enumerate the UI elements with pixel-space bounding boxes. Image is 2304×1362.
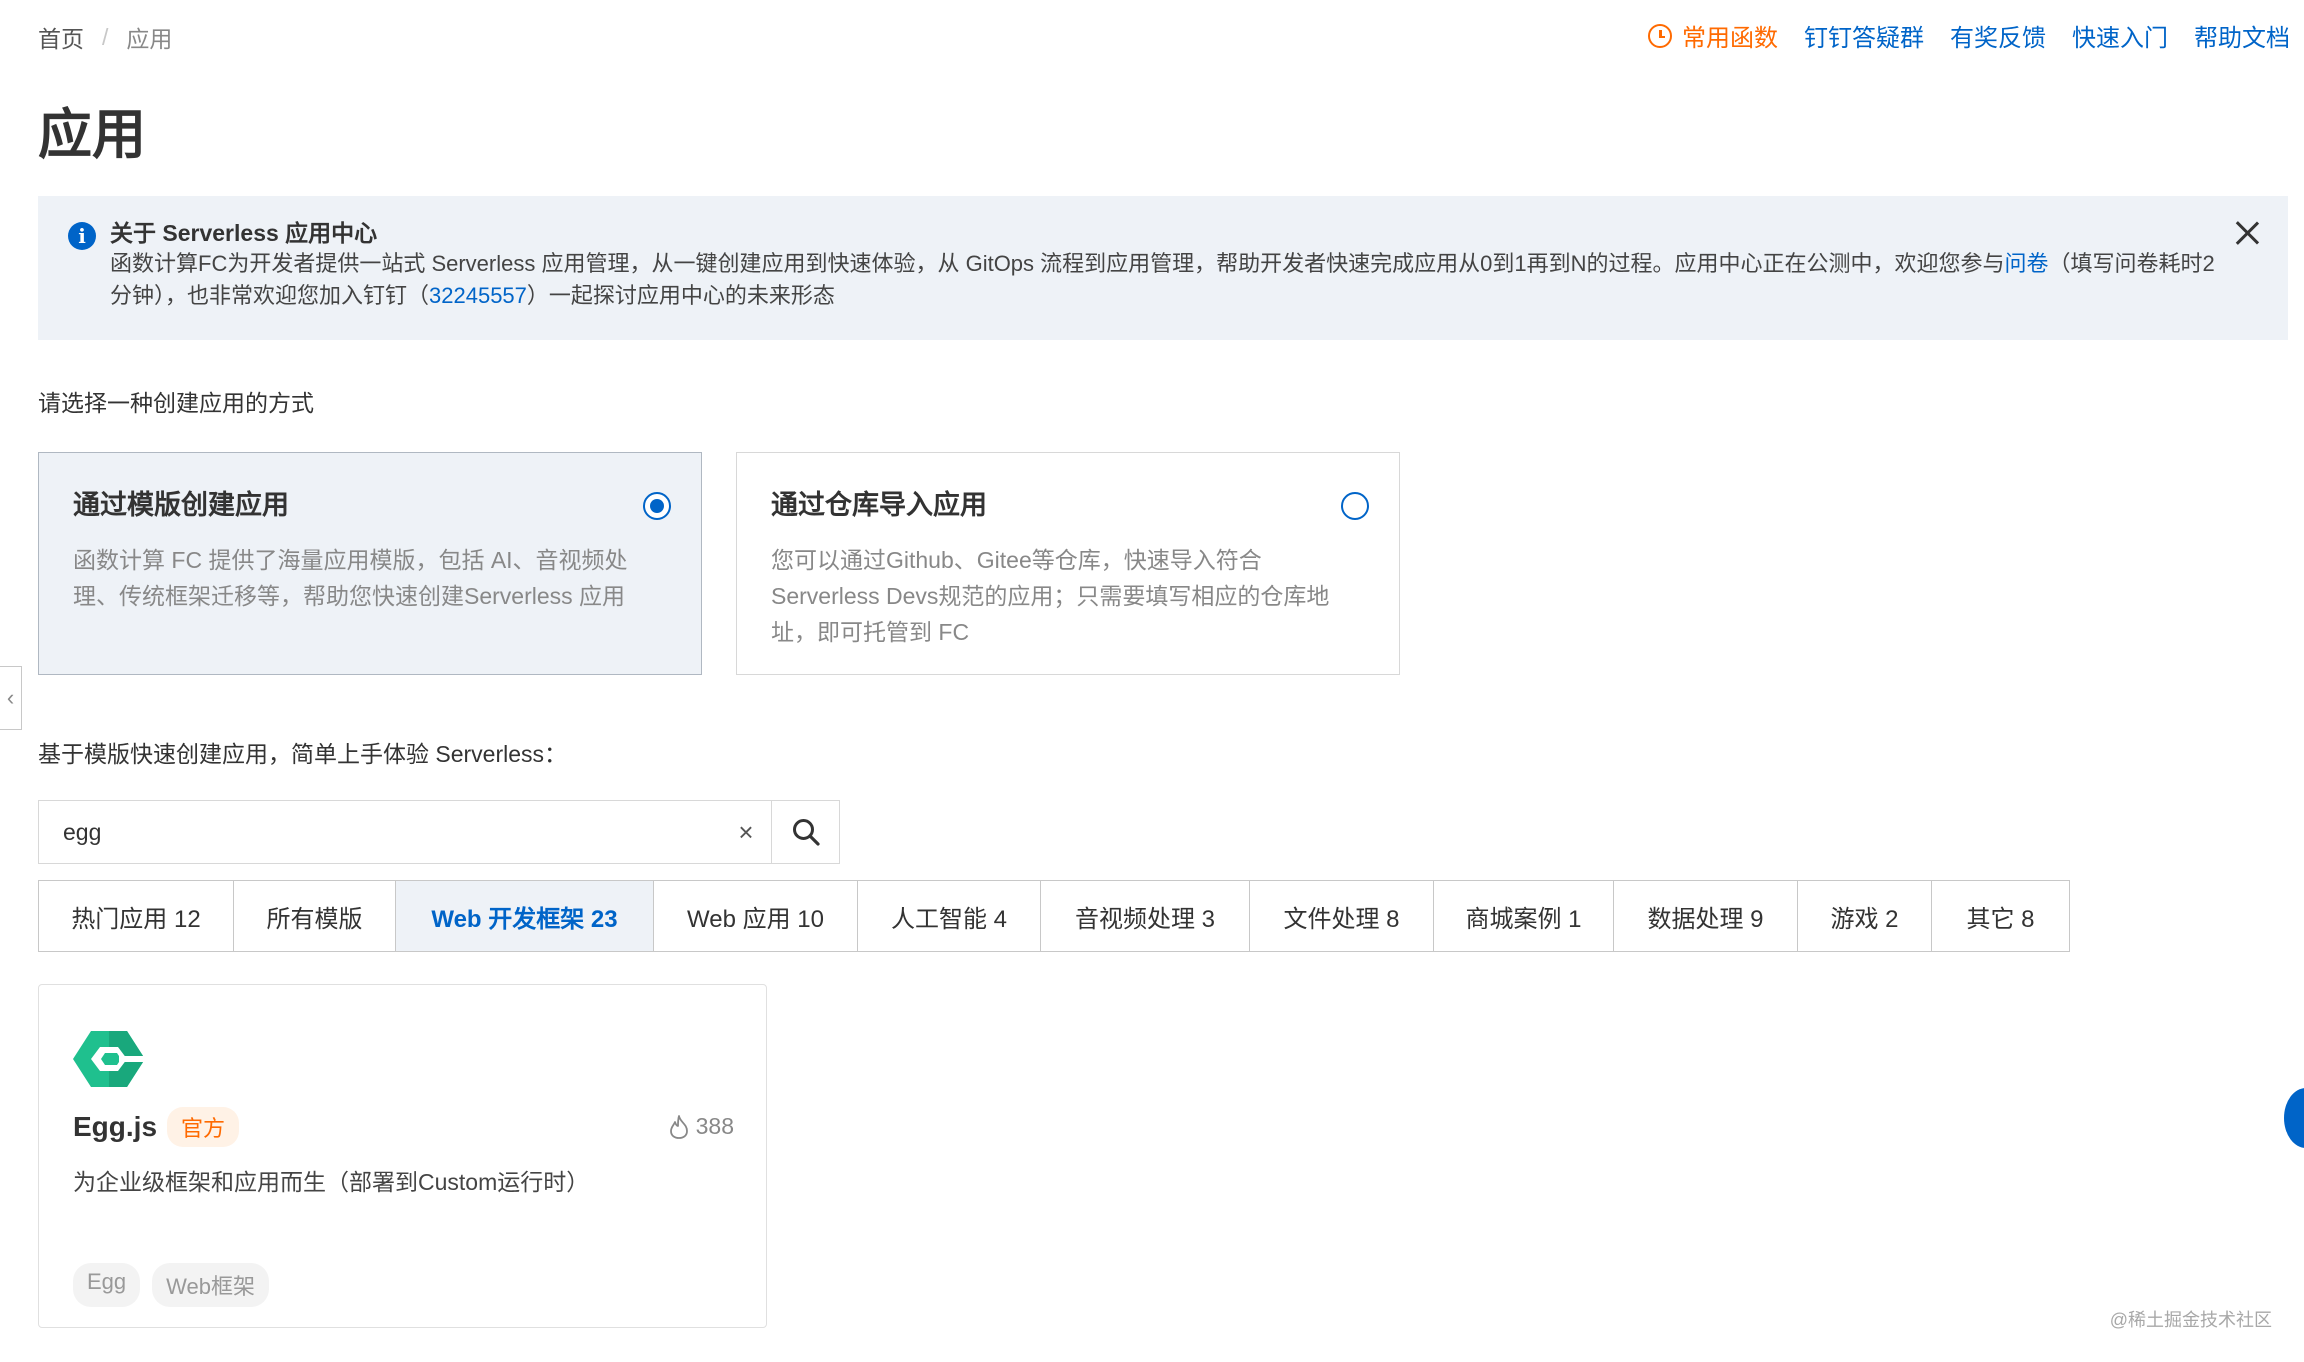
tab-others[interactable]: 其它 8 — [1932, 881, 2069, 951]
choice-template-desc: 函数计算 FC 提供了海量应用模版，包括 AI、音视频处理、传统框架迁移等，帮助… — [73, 547, 628, 609]
watermark: @稀土掘金技术社区 — [2109, 1310, 2272, 1330]
dingtalk-group-link[interactable]: 钉钉答疑群 — [1804, 18, 1924, 53]
common-functions-link[interactable]: 常用函数 — [1682, 18, 1778, 53]
clock-icon — [1648, 23, 1672, 48]
info-icon: i — [68, 222, 96, 250]
app-name-row: Egg.js 官方 — [73, 1107, 240, 1147]
tab-ai[interactable]: 人工智能 4 — [858, 881, 1041, 951]
breadcrumb-separator: / — [102, 23, 109, 50]
banner-text: 函数计算FC为开发者提供一站式 Serverless 应用管理，从一键创建应用到… — [110, 248, 2218, 312]
floating-help-button[interactable] — [2284, 1088, 2304, 1148]
survey-link[interactable]: 问卷 — [2005, 251, 2049, 276]
tab-web-framework[interactable]: Web 开发框架 23 — [396, 881, 654, 951]
tab-games[interactable]: 游戏 2 — [1798, 881, 1932, 951]
app-card[interactable]: Egg.js 官方 388 为企业级框架和应用而生（部署到Custom运行时） … — [38, 984, 767, 1328]
tab-hot-apps[interactable]: 热门应用 12 — [39, 881, 234, 951]
hot-count-value: 388 — [695, 1113, 734, 1139]
radio-template[interactable] — [643, 492, 671, 520]
search-button[interactable] — [771, 801, 839, 863]
banner-title: 关于 Serverless 应用中心 — [110, 220, 378, 246]
template-label: 基于模版快速创建应用，简单上手体验 Serverless： — [38, 741, 568, 767]
category-tabs: 热门应用 12 所有模版 Web 开发框架 23 Web 应用 10 人工智能 … — [38, 880, 2070, 952]
banner-text-part1: 函数计算FC为开发者提供一站式 Serverless 应用管理，从一键创建应用到… — [110, 251, 2005, 276]
search-box: × — [38, 800, 840, 864]
official-badge: 官方 — [167, 1107, 240, 1147]
app-description: 为企业级框架和应用而生（部署到Custom运行时） — [73, 1169, 590, 1195]
app-tag: Web框架 — [152, 1263, 269, 1307]
chevron-left-icon: ‹ — [6, 685, 15, 710]
page-title: 应用 — [38, 105, 146, 165]
tab-audio-video[interactable]: 音视频处理 3 — [1041, 881, 1250, 951]
top-links: 常用函数 钉钉答疑群 有奖反馈 快速入门 帮助文档 — [1648, 18, 2290, 53]
clear-icon[interactable]: × — [721, 801, 771, 863]
hot-count: 388 — [668, 1113, 734, 1140]
choice-template[interactable]: 通过模版创建应用 函数计算 FC 提供了海量应用模版，包括 AI、音视频处理、传… — [38, 452, 702, 675]
dingtalk-number-link[interactable]: 32245557 — [429, 283, 527, 308]
tab-file-processing[interactable]: 文件处理 8 — [1250, 881, 1434, 951]
flame-icon — [669, 1114, 688, 1139]
banner-text-part3: ）一起探讨应用中心的未来形态 — [526, 283, 835, 308]
sidebar-toggle[interactable]: ‹ — [0, 666, 22, 730]
search-icon — [792, 819, 820, 846]
quick-start-link[interactable]: 快速入门 — [2072, 18, 2168, 53]
breadcrumb-current: 应用 — [126, 26, 173, 52]
choice-repository[interactable]: 通过仓库导入应用 您可以通过Github、Gitee等仓库，快速导入符合 Ser… — [736, 452, 1400, 675]
tab-all-templates[interactable]: 所有模版 — [234, 881, 396, 951]
breadcrumb-home[interactable]: 首页 — [38, 20, 84, 54]
choice-repository-desc: 您可以通过Github、Gitee等仓库，快速导入符合 Serverless D… — [771, 547, 1330, 645]
app-tags: Egg Web框架 — [73, 1263, 281, 1307]
create-method-label: 请选择一种创建应用的方式 — [38, 390, 314, 416]
choice-repository-title: 通过仓库导入应用 — [771, 490, 987, 520]
info-banner: i 关于 Serverless 应用中心 函数计算FC为开发者提供一站式 Ser… — [38, 196, 2288, 340]
close-icon[interactable] — [2234, 220, 2260, 246]
app-name: Egg.js — [73, 1111, 158, 1142]
choice-template-title: 通过模版创建应用 — [73, 490, 289, 520]
app-tag: Egg — [73, 1263, 141, 1307]
breadcrumb: 首页 / 应用 — [38, 20, 172, 54]
search-input[interactable] — [39, 801, 721, 863]
radio-repository[interactable] — [1341, 492, 1369, 520]
feedback-link[interactable]: 有奖反馈 — [1950, 18, 2046, 53]
egg-logo-icon — [73, 1031, 145, 1087]
tab-mall-cases[interactable]: 商城案例 1 — [1434, 881, 1614, 951]
tab-data-processing[interactable]: 数据处理 9 — [1614, 881, 1798, 951]
help-docs-link[interactable]: 帮助文档 — [2194, 18, 2290, 53]
tab-web-app[interactable]: Web 应用 10 — [654, 881, 858, 951]
